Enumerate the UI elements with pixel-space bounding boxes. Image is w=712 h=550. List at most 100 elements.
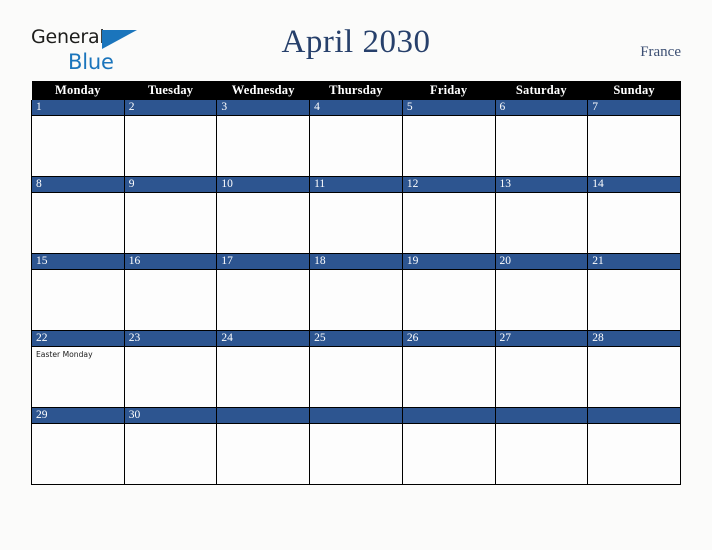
day-number: 12	[402, 177, 495, 193]
day-events	[125, 424, 217, 481]
day-number: 25	[310, 331, 402, 347]
day-number: 16	[124, 254, 217, 270]
calendar-day-cell-29[interactable]: 29	[31, 407, 125, 485]
day-events	[588, 270, 680, 327]
day-events	[496, 270, 588, 327]
calendar-day-cell-27[interactable]: 27	[494, 330, 589, 408]
day-number: 18	[310, 254, 402, 270]
calendar-day-cell-16[interactable]: 16	[123, 253, 218, 331]
calendar-day-cell-24[interactable]: 24	[216, 330, 311, 408]
calendar-day-cell-5[interactable]: 5	[401, 100, 496, 177]
day-events	[588, 193, 680, 250]
calendar-day-cell-9[interactable]: 9	[123, 176, 218, 254]
calendar-table: Monday Tuesday Wednesday Thursday Friday Satu…	[31, 81, 681, 485]
weekday-header-wednesday: Wednesday	[216, 81, 310, 100]
day-number: 9	[124, 177, 217, 193]
day-number	[495, 408, 588, 424]
calendar-day-cell-30[interactable]: 30	[123, 407, 218, 485]
calendar-day-cell-empty[interactable]	[216, 407, 311, 485]
day-number: 30	[124, 408, 217, 424]
day-number: 5	[402, 100, 495, 116]
calendar-day-cell-4[interactable]: 4	[309, 100, 403, 177]
day-number: 10	[217, 177, 310, 193]
day-events	[217, 193, 309, 250]
weekday-header-friday: Friday	[402, 81, 496, 100]
calendar-day-cell-1[interactable]: 1	[31, 100, 125, 177]
calendar-week-row: 29 30	[31, 407, 681, 485]
day-number: 28	[588, 331, 680, 347]
day-number: 21	[588, 254, 680, 270]
day-number: 27	[495, 331, 588, 347]
day-number: 20	[495, 254, 588, 270]
calendar-day-cell-23[interactable]: 23	[123, 330, 218, 408]
country-label: France	[640, 44, 681, 60]
event-label: Easter Monday	[36, 350, 93, 359]
day-events	[403, 347, 495, 404]
calendar-day-cell-8[interactable]: 8	[31, 176, 125, 254]
calendar-container: Monday Tuesday Wednesday Thursday Friday Satu…	[31, 81, 681, 485]
day-number: 23	[124, 331, 217, 347]
day-number: 2	[124, 100, 217, 116]
calendar-day-cell-15[interactable]: 15	[31, 253, 125, 331]
calendar-day-cell-empty[interactable]	[401, 407, 496, 485]
calendar-day-cell-empty[interactable]	[587, 407, 681, 485]
day-events	[496, 424, 588, 481]
calendar-day-cell-17[interactable]: 17	[216, 253, 311, 331]
day-events	[588, 347, 680, 404]
calendar-day-cell-empty[interactable]	[309, 407, 403, 485]
day-events	[310, 193, 402, 250]
day-number: 29	[32, 408, 124, 424]
weekday-header-sunday: Sunday	[587, 81, 681, 100]
day-events	[310, 270, 402, 327]
day-events	[125, 347, 217, 404]
calendar-day-cell-empty[interactable]	[494, 407, 589, 485]
calendar-week-row: 8 9 10 11 12 13 14	[31, 176, 681, 254]
calendar-day-cell-18[interactable]: 18	[309, 253, 403, 331]
calendar-day-cell-6[interactable]: 6	[494, 100, 589, 177]
day-number	[217, 408, 310, 424]
calendar-week-row: 22 Easter Monday 23 24 25 26 27 28	[31, 330, 681, 408]
calendar-day-cell-19[interactable]: 19	[401, 253, 496, 331]
day-number	[588, 408, 680, 424]
day-events	[588, 116, 680, 173]
day-number: 8	[32, 177, 124, 193]
day-events	[496, 116, 588, 173]
calendar-day-cell-28[interactable]: 28	[587, 330, 681, 408]
calendar-day-cell-7[interactable]: 7	[587, 100, 681, 177]
calendar-day-cell-22[interactable]: 22 Easter Monday	[31, 330, 125, 408]
weekday-header-row: Monday Tuesday Wednesday Thursday Friday Satu…	[31, 81, 681, 100]
calendar-day-cell-3[interactable]: 3	[216, 100, 311, 177]
day-events	[32, 116, 124, 173]
calendar-day-cell-13[interactable]: 13	[494, 176, 589, 254]
calendar-day-cell-14[interactable]: 14	[587, 176, 681, 254]
calendar-day-cell-12[interactable]: 12	[401, 176, 496, 254]
day-number: 4	[310, 100, 402, 116]
day-events	[310, 424, 402, 481]
calendar-day-cell-20[interactable]: 20	[494, 253, 589, 331]
calendar-day-cell-2[interactable]: 2	[123, 100, 218, 177]
calendar-day-cell-21[interactable]: 21	[587, 253, 681, 331]
calendar-day-cell-25[interactable]: 25	[309, 330, 403, 408]
day-events	[403, 116, 495, 173]
calendar-body: 1 2 3 4 5 6 7 8 9 10 11 12 13 14 15 16 17 18 19 20 21 22 Easte…	[31, 100, 681, 485]
day-number: 17	[217, 254, 310, 270]
day-events	[588, 424, 680, 481]
calendar-day-cell-26[interactable]: 26	[401, 330, 496, 408]
calendar-day-cell-10[interactable]: 10	[216, 176, 311, 254]
day-events	[217, 424, 309, 481]
day-number: 14	[588, 177, 680, 193]
weekday-header-saturday: Saturday	[495, 81, 588, 100]
day-events	[32, 193, 124, 250]
calendar-week-row: 15 16 17 18 19 20 21	[31, 253, 681, 331]
calendar-day-cell-11[interactable]: 11	[309, 176, 403, 254]
day-events	[125, 193, 217, 250]
day-events	[496, 193, 588, 250]
day-number: 1	[32, 100, 124, 116]
day-events	[403, 193, 495, 250]
day-number	[402, 408, 495, 424]
day-number: 24	[217, 331, 310, 347]
day-number: 13	[495, 177, 588, 193]
day-events	[496, 347, 588, 404]
day-number: 15	[32, 254, 124, 270]
day-events: Easter Monday	[32, 347, 124, 404]
